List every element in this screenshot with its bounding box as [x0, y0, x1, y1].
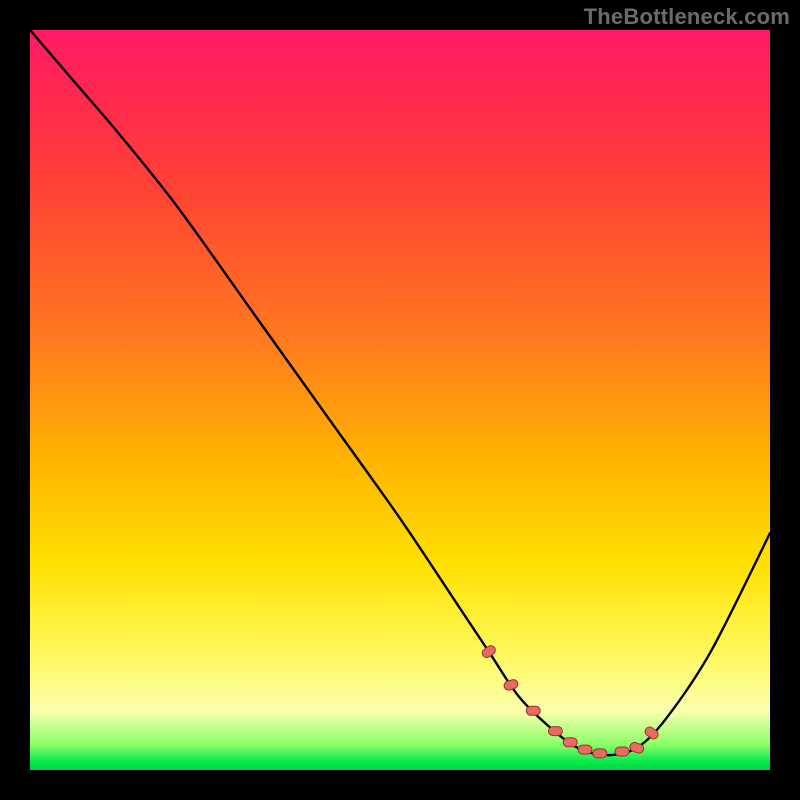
optimal-marker	[593, 749, 607, 758]
optimal-marker	[563, 738, 577, 747]
optimal-marker	[526, 706, 540, 715]
optimal-marker	[578, 745, 592, 754]
chart-plot-area	[30, 30, 770, 770]
bottleneck-curve	[30, 30, 770, 755]
watermark-text: TheBottleneck.com	[584, 4, 790, 30]
optimal-marker	[503, 678, 519, 691]
optimal-marker	[548, 727, 562, 736]
optimal-marker	[615, 747, 629, 756]
chart-svg	[30, 30, 770, 770]
optimal-range-markers	[480, 644, 659, 758]
optimal-marker	[480, 644, 497, 659]
